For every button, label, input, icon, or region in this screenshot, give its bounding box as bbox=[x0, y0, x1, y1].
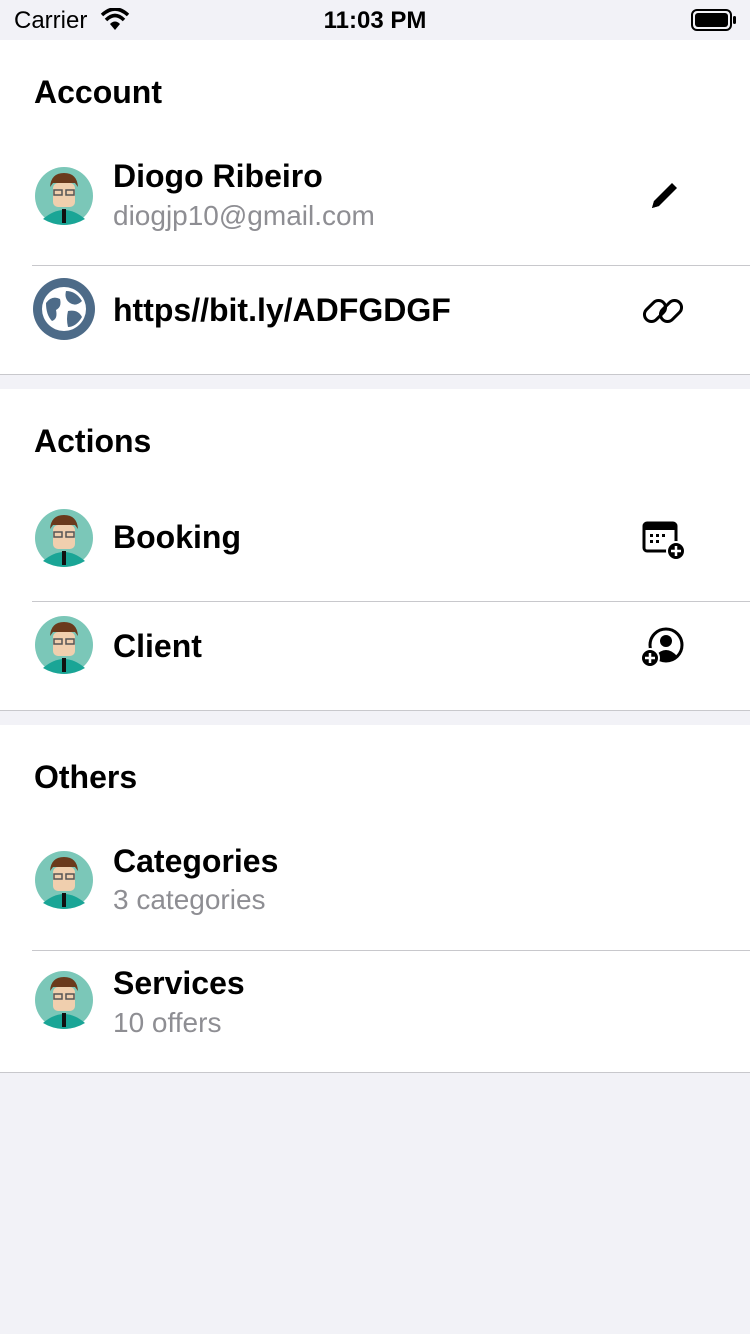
section-header-account: Account bbox=[34, 74, 162, 110]
link-url: https//bit.ly/ADFGDGF bbox=[113, 292, 451, 328]
calendar-add-icon[interactable] bbox=[638, 515, 688, 565]
globe-icon bbox=[33, 278, 95, 340]
status-time: 11:03 PM bbox=[323, 7, 427, 34]
link-icon[interactable] bbox=[638, 286, 688, 336]
avatar-icon bbox=[35, 616, 93, 674]
status-bar: Carrier 11:03 PM bbox=[0, 0, 750, 40]
profile-email: diogjp10@gmail.com bbox=[113, 200, 375, 231]
row-booking[interactable]: Booking bbox=[0, 485, 750, 601]
client-label: Client bbox=[113, 628, 202, 664]
row-profile[interactable]: Diogo Ribeiro diogjp10@gmail.com bbox=[0, 136, 750, 266]
person-add-icon[interactable] bbox=[638, 622, 688, 672]
section-others: Others Categories 3 categories Services … bbox=[0, 725, 750, 1073]
section-header-actions: Actions bbox=[34, 423, 152, 459]
avatar-icon bbox=[35, 167, 93, 225]
booking-label: Booking bbox=[113, 519, 241, 555]
categories-label: Categories bbox=[113, 843, 279, 879]
section-actions: Actions Booking Client bbox=[0, 389, 750, 711]
row-categories[interactable]: Categories 3 categories bbox=[0, 821, 750, 950]
battery-icon bbox=[691, 9, 736, 31]
section-header-others: Others bbox=[34, 759, 138, 795]
section-account: Account Diogo Ribeiro diogjp10@gmail.com… bbox=[0, 40, 750, 375]
pencil-icon[interactable] bbox=[638, 170, 688, 220]
avatar-icon bbox=[35, 509, 93, 567]
row-link[interactable]: https//bit.ly/ADFGDGF bbox=[0, 266, 750, 374]
categories-count: 3 categories bbox=[113, 884, 266, 915]
profile-name: Diogo Ribeiro bbox=[113, 158, 323, 194]
avatar-icon bbox=[35, 851, 93, 909]
row-services[interactable]: Services 10 offers bbox=[0, 951, 750, 1072]
avatar-icon bbox=[35, 971, 93, 1029]
services-label: Services bbox=[113, 965, 245, 1001]
services-count: 10 offers bbox=[113, 1007, 222, 1038]
row-client[interactable]: Client bbox=[0, 602, 750, 710]
